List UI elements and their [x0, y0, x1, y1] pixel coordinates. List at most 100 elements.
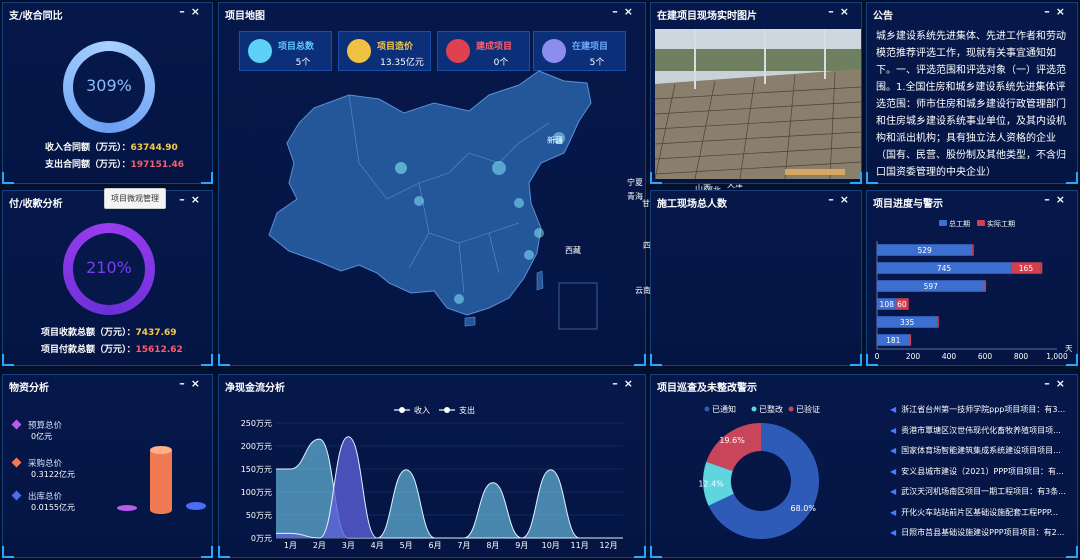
x-unit-label: 天 [1065, 344, 1073, 353]
construction-site-photo[interactable] [655, 29, 861, 179]
province-label: 新疆 [547, 136, 563, 145]
hotspot-marker [414, 196, 424, 206]
close-icon[interactable]: × [840, 193, 855, 206]
risk-text: 武汉天河机场南区项目一期工程项目：有3条... [901, 487, 1066, 496]
material-cylinder-chart [117, 446, 206, 514]
map-panel: 项目地图 –× 项目总数 5个 项目造价 13.35亿元 建成项目 0个 在建项… [218, 2, 797, 367]
speaker-icon: ◀ [890, 487, 897, 496]
province-label: 青海 [627, 192, 643, 201]
legend-item: 已验证 [788, 404, 820, 414]
legend-label: 总工期 [949, 219, 970, 228]
x-tick-label: 9月 [515, 541, 528, 550]
panel-title: 施工现场总人数 [657, 199, 727, 210]
legend-item: 总工期 [939, 219, 970, 228]
south-sea-inset [558, 282, 598, 330]
speaker-icon: ◀ [890, 466, 897, 476]
minimize-icon[interactable]: – [179, 5, 191, 18]
legend-swatch [939, 220, 947, 226]
close-icon[interactable]: × [191, 5, 206, 18]
legend-dot [704, 406, 710, 412]
pie-value-label: 68.0% [791, 504, 817, 513]
income-contract-value: 63744.90 [130, 143, 178, 153]
bar-end-marker [907, 298, 909, 310]
y-tick-label: 150万元 [241, 465, 272, 474]
speaker-icon: ◀ [890, 507, 897, 517]
x-tick-label: 200 [906, 352, 921, 361]
hotspot-marker [395, 162, 407, 174]
x-tick-label: 12月 [599, 541, 617, 550]
bar-end-marker [937, 316, 939, 328]
payment-panel: 付/收款分析 –× 210% 项目收款总额（万元）：7437.69 项目付款总额… [2, 190, 213, 366]
y-tick-label: 250万元 [241, 419, 272, 428]
cylinder-budget [117, 505, 137, 511]
china-map[interactable] [219, 3, 647, 367]
legend-item: 支出 [439, 405, 475, 415]
risk-text: 贵港市覃塘区汉世伟现代化畜牧养殖项目项... [901, 425, 1061, 435]
bar-value-label: 597 [924, 282, 939, 291]
legend-dot [788, 406, 794, 412]
panel-title: 在建项目现场实时图片 [657, 11, 757, 22]
speaker-icon: ◀ [890, 528, 897, 537]
minimize-icon[interactable]: – [828, 5, 840, 18]
minimize-icon[interactable]: – [1044, 377, 1056, 390]
speaker-icon: ◀ [890, 425, 897, 435]
x-tick-label: 7月 [457, 541, 470, 550]
close-icon[interactable]: × [840, 5, 855, 18]
inspection-pie-chart[interactable]: 68.0% 12.4% 19.6% 已通知 已整改 已验证 [651, 375, 881, 559]
risk-item[interactable]: ◀ 武汉天河机场南区项目一期工程项目：有3条... [890, 486, 1070, 497]
bar-value-label: 108 [880, 300, 895, 309]
risk-text: 开化火车站站前片区基础设施配套工程PPP... [901, 507, 1059, 517]
hotspot-marker [534, 228, 544, 238]
cylinder-purchase-top [150, 446, 172, 454]
y-tick-label: 200万元 [241, 442, 272, 451]
cashflow-area-chart[interactable]: 0万元 50万元 100万元 150万元 200万元 250万元 1月 2月 3月 4月 5月 6月 7… [219, 375, 647, 559]
taiwan-shape [536, 270, 544, 291]
risk-item[interactable]: ◀ 开化火车站站前片区基础设施配套工程PPP... [890, 507, 1070, 518]
legend-label: 已验证 [796, 404, 820, 414]
bar-value-label: 335 [900, 318, 915, 327]
legend-item: 已通知 [704, 404, 736, 414]
minimize-icon[interactable]: – [179, 193, 191, 206]
risk-item[interactable]: ◀ 贵港市覃塘区汉世伟现代化畜牧养殖项目项... [890, 425, 1070, 436]
risk-item[interactable]: ◀ 国家体育场智能建筑集成系统建设项目项目... [890, 445, 1070, 456]
legend-item: 已整改 [751, 404, 783, 414]
risk-item[interactable]: ◀ 浙江省台州第一技师学院ppp项目项目：有3... [890, 404, 1070, 415]
province-label: 西藏 [565, 246, 581, 255]
y-tick-label: 0万元 [251, 534, 272, 543]
risk-text: 国家体育场智能建筑集成系统建设项目项目... [901, 446, 1061, 455]
workers-panel: 施工现场总人数 –× [650, 190, 862, 366]
legend-label: 实际工期 [987, 219, 1015, 228]
cashflow-panel: 净现金流分析 –× 0万元 50万元 100万元 150万元 200万元 250万元 1月 2… [218, 374, 646, 558]
x-tick-label: 600 [978, 352, 993, 361]
x-tick-label: 11月 [571, 541, 589, 550]
legend-label: 收入 [414, 405, 430, 415]
risk-item[interactable]: ◀ 日照市莒县基础设施建设PPP项目项目：有2... [890, 527, 1070, 538]
panel-title: 支/收合同比 [9, 11, 63, 22]
province-label: 云南 [635, 286, 651, 295]
x-tick-label: 400 [942, 352, 957, 361]
risk-text: 浙江省台州第一技师学院ppp项目项目：有3... [901, 405, 1066, 414]
bar-end-marker [984, 280, 986, 292]
panel-controls: –× [828, 5, 855, 18]
close-icon[interactable]: × [1056, 5, 1071, 18]
payment-total-row: 项目付款总额（万元）：15612.62 [41, 342, 183, 355]
hotspot-marker [514, 198, 524, 208]
speaker-icon: ◀ [890, 405, 897, 414]
minimize-icon[interactable]: – [828, 193, 840, 206]
close-icon[interactable]: × [1056, 377, 1071, 390]
close-icon[interactable]: × [191, 193, 206, 206]
income-contract-row: 收入合同额（万元）：63744.90 [45, 140, 178, 153]
cylinder-purchase-bottom [150, 506, 172, 514]
risk-text: 日照市莒县基础设施建设PPP项目项目：有2... [901, 528, 1065, 537]
risk-item[interactable]: ◀ 安义县城市建设（2021）PPP项目项目：有... [890, 466, 1070, 477]
legend-marker [444, 407, 450, 413]
x-tick-label: 10月 [542, 541, 560, 550]
income-contract-label: 收入合同额（万元）： [45, 143, 131, 153]
bar-end-marker [909, 334, 912, 346]
panel-controls: –× [828, 193, 855, 206]
speaker-icon: ◀ [890, 446, 897, 455]
minimize-icon[interactable]: – [1044, 5, 1056, 18]
hainan-shape [464, 316, 476, 327]
panel-title: 公告 [873, 11, 893, 22]
progress-bar-chart[interactable]: 0 200 400 600 800 1,000天 529 745 165 597 108 60 335 1… [867, 191, 1079, 367]
